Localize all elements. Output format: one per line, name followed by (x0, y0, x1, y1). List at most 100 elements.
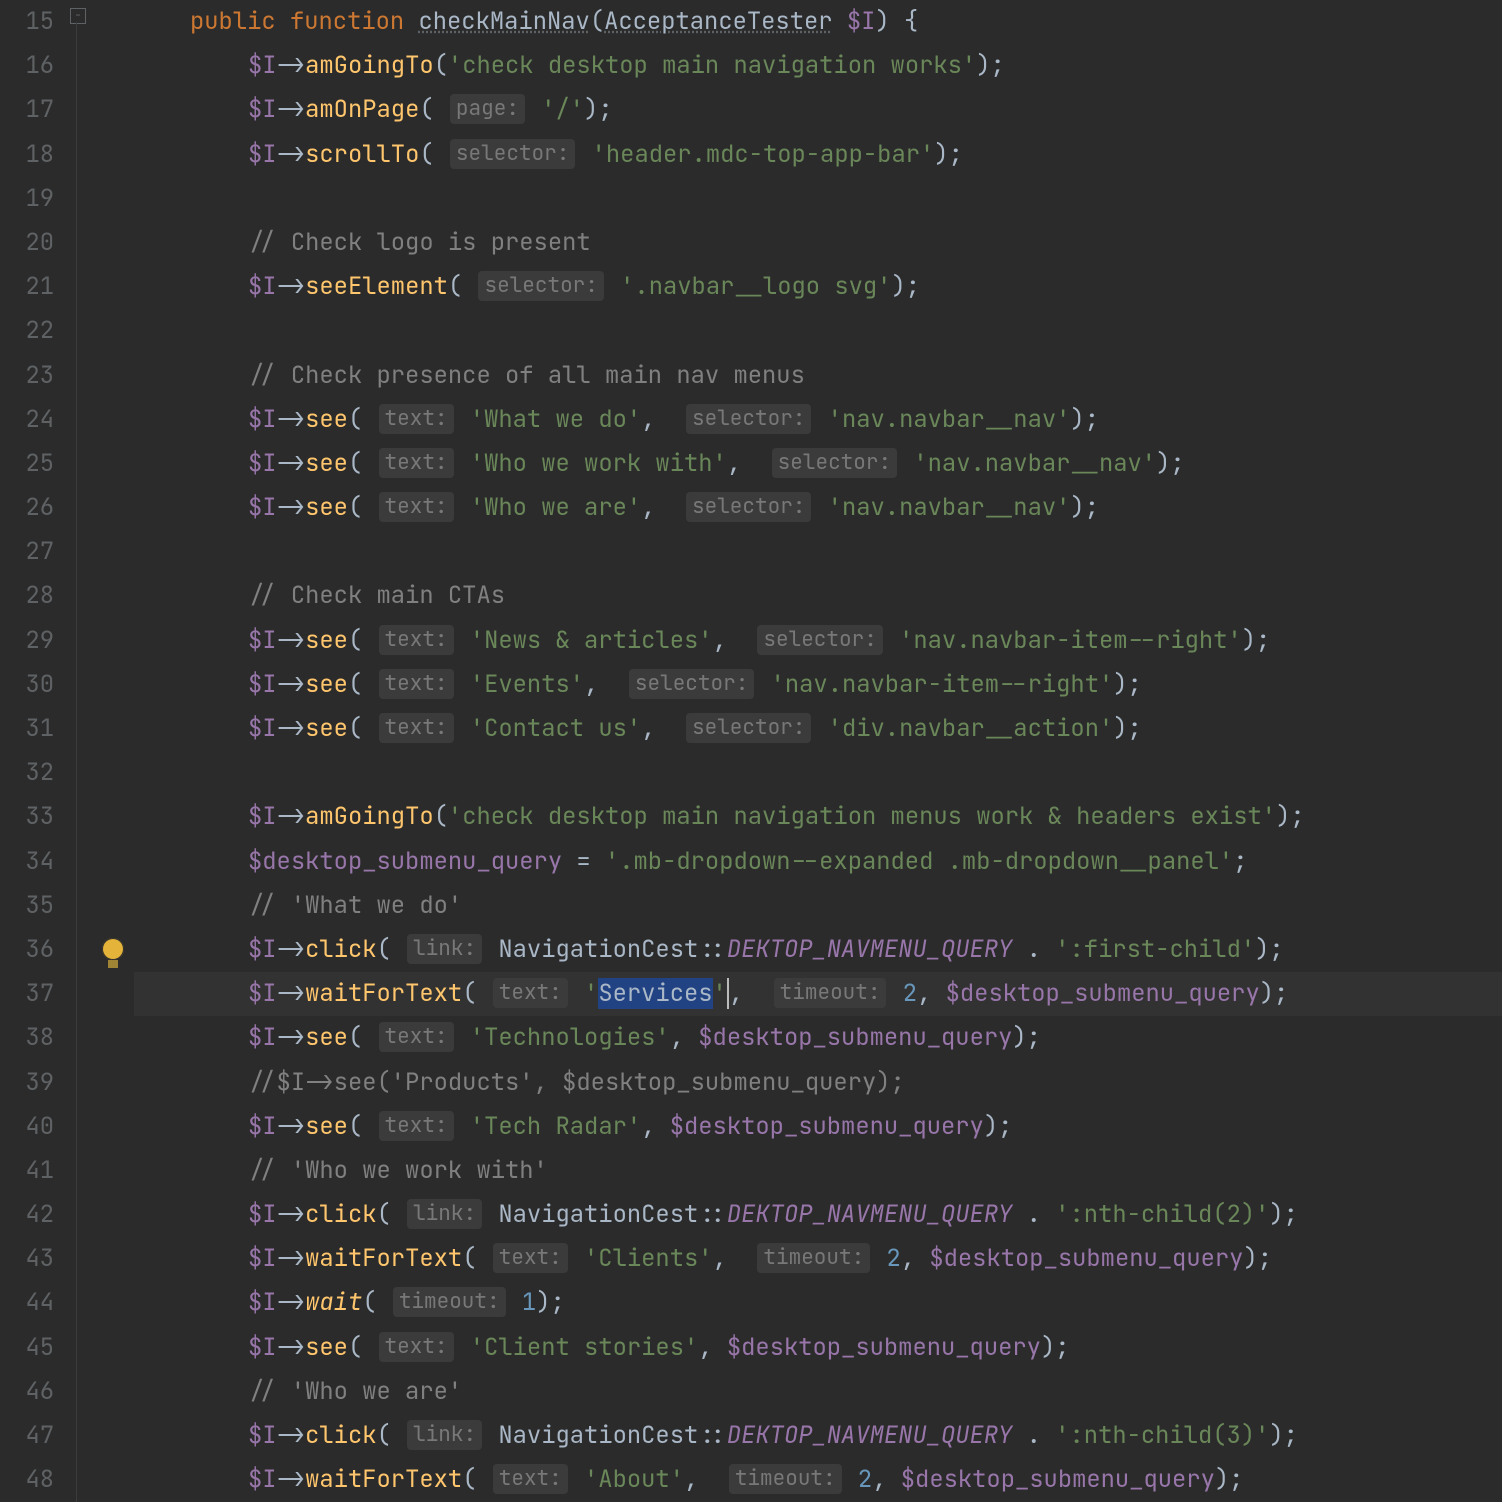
code-line[interactable]: // Check presence of all main nav menus (134, 354, 1502, 398)
line-number-gutter[interactable]: 1516171819202122232425262728293031323334… (0, 0, 68, 1502)
code-line[interactable]: $I->see( text: 'Who we are', selector: '… (134, 486, 1502, 530)
code-line[interactable]: //$I->see('Products', $desktop_submenu_q… (134, 1061, 1502, 1105)
code-line[interactable]: $I->click( link: NavigationCest::DEKTOP_… (134, 1414, 1502, 1458)
code-line[interactable]: $I->see( text: 'Events', selector: 'nav.… (134, 663, 1502, 707)
code-line[interactable]: // 'Who we are' (134, 1370, 1502, 1414)
line-number[interactable]: 38 (0, 1016, 68, 1060)
line-number[interactable]: 33 (0, 795, 68, 839)
line-number[interactable]: 42 (0, 1193, 68, 1237)
string: 'Clients' (584, 1243, 713, 1274)
fold-toggle-icon[interactable]: − (70, 8, 86, 24)
line-number[interactable]: 40 (0, 1105, 68, 1149)
code-line[interactable]: $desktop_submenu_query = '.mb-dropdown--… (134, 840, 1502, 884)
param-hint: selector: (629, 669, 754, 699)
line-number[interactable]: 46 (0, 1370, 68, 1414)
string: 'Tech Radar' (470, 1111, 641, 1142)
string: 'Who we work with' (470, 448, 727, 479)
variable: $I (248, 492, 277, 523)
code-line[interactable] (134, 530, 1502, 574)
line-number[interactable]: 21 (0, 265, 68, 309)
string: 'div.navbar__action' (828, 713, 1114, 744)
line-number[interactable]: 25 (0, 442, 68, 486)
line-number[interactable]: 26 (0, 486, 68, 530)
code-line[interactable]: $I->scrollTo( selector: 'header.mdc-top-… (134, 133, 1502, 177)
line-number[interactable]: 34 (0, 840, 68, 884)
intention-bulb-icon[interactable] (102, 938, 124, 960)
comment: // 'What we do' (248, 890, 462, 921)
line-number[interactable]: 18 (0, 133, 68, 177)
code-line[interactable] (134, 177, 1502, 221)
param-hint: text: (493, 978, 568, 1008)
line-number[interactable]: 44 (0, 1281, 68, 1325)
line-number[interactable]: 29 (0, 619, 68, 663)
code-line[interactable]: $I->see( text: 'Who we work with', selec… (134, 442, 1502, 486)
line-number[interactable]: 36 (0, 928, 68, 972)
code-line[interactable]: $I->wait( timeout: 1); (134, 1281, 1502, 1325)
line-number[interactable]: 23 (0, 354, 68, 398)
code-line[interactable] (134, 309, 1502, 353)
string: ' (584, 978, 598, 1009)
line-number[interactable]: 15 (0, 0, 68, 44)
line-number[interactable]: 31 (0, 707, 68, 751)
line-number[interactable]: 24 (0, 398, 68, 442)
method-call: see (305, 625, 348, 656)
line-number[interactable]: 22 (0, 309, 68, 353)
code-line[interactable]: // Check main CTAs (134, 574, 1502, 618)
code-line[interactable]: $I->click( link: NavigationCest::DEKTOP_… (134, 928, 1502, 972)
line-number[interactable]: 45 (0, 1326, 68, 1370)
line-number[interactable]: 19 (0, 177, 68, 221)
caret-position[interactable]: ' (713, 978, 729, 1009)
string: 'nav.navbar__nav' (828, 492, 1071, 523)
code-line[interactable]: $I->seeElement( selector: '.navbar__logo… (134, 265, 1502, 309)
code-line[interactable]: $I->amGoingTo('check desktop main naviga… (134, 44, 1502, 88)
line-number[interactable]: 47 (0, 1414, 68, 1458)
code-line[interactable]: $I->see( text: 'What we do', selector: '… (134, 398, 1502, 442)
variable: $I (248, 404, 277, 435)
code-line[interactable]: $I->see( text: 'News & articles', select… (134, 619, 1502, 663)
code-line[interactable]: $I->click( link: NavigationCest::DEKTOP_… (134, 1193, 1502, 1237)
code-line[interactable] (134, 751, 1502, 795)
line-number[interactable]: 48 (0, 1458, 68, 1502)
code-line[interactable]: $I->waitForText( text: 'Clients', timeou… (134, 1237, 1502, 1281)
code-editor[interactable]: 1516171819202122232425262728293031323334… (0, 0, 1502, 1502)
line-number[interactable]: 39 (0, 1061, 68, 1105)
line-number[interactable]: 35 (0, 884, 68, 928)
line-number[interactable]: 27 (0, 530, 68, 574)
line-number[interactable]: 41 (0, 1149, 68, 1193)
line-number[interactable]: 43 (0, 1237, 68, 1281)
line-number[interactable]: 28 (0, 574, 68, 618)
code-line[interactable]: $I->amOnPage( page: '/'); (134, 88, 1502, 132)
param-hint: page: (450, 94, 525, 124)
class-ref: NavigationCest (498, 1420, 698, 1451)
variable: $I (248, 1022, 277, 1053)
selection[interactable]: Services (598, 978, 712, 1009)
code-line[interactable]: $I->waitForText( text: 'About', timeout:… (134, 1458, 1502, 1502)
code-line[interactable]: $I->see( text: 'Client stories', $deskto… (134, 1326, 1502, 1370)
code-line[interactable]: // 'What we do' (134, 884, 1502, 928)
method-call: see (305, 713, 348, 744)
comment: // 'Who we work with' (248, 1155, 548, 1186)
code-line[interactable]: public function checkMainNav(AcceptanceT… (134, 0, 1502, 44)
line-number[interactable]: 16 (0, 44, 68, 88)
line-number[interactable]: 20 (0, 221, 68, 265)
code-line-current[interactable]: $I->waitForText( text: 'Services', timeo… (134, 972, 1502, 1016)
code-line[interactable]: $I->see( text: 'Tech Radar', $desktop_su… (134, 1105, 1502, 1149)
line-number[interactable]: 17 (0, 88, 68, 132)
code-line[interactable]: $I->see( text: 'Contact us', selector: '… (134, 707, 1502, 751)
param-hint: timeout: (729, 1464, 842, 1494)
fold-column[interactable]: − (68, 0, 98, 1502)
param-hint: text: (379, 1022, 454, 1052)
code-line[interactable]: // Check logo is present (134, 221, 1502, 265)
code-line[interactable]: $I->see( text: 'Technologies', $desktop_… (134, 1016, 1502, 1060)
code-line[interactable]: // 'Who we work with' (134, 1149, 1502, 1193)
line-number[interactable]: 30 (0, 663, 68, 707)
marker-column (98, 0, 134, 1502)
variable: $I (248, 1111, 277, 1142)
line-number[interactable]: 32 (0, 751, 68, 795)
method-call: amGoingTo (305, 50, 434, 81)
code-area[interactable]: public function checkMainNav(AcceptanceT… (134, 0, 1502, 1502)
code-line[interactable]: $I->amGoingTo('check desktop main naviga… (134, 795, 1502, 839)
punct: ); (1242, 625, 1271, 656)
string: 'check desktop main navigation menus wor… (448, 801, 1276, 832)
line-number[interactable]: 37 (0, 972, 68, 1016)
